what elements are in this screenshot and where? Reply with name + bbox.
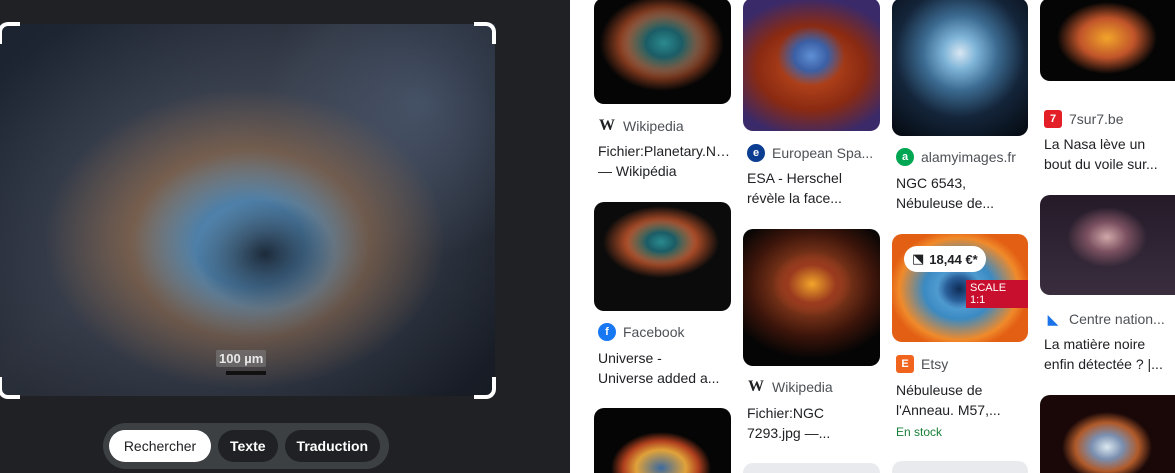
crop-handle-bottom-left[interactable] bbox=[0, 377, 20, 399]
tag-icon: ⬔ bbox=[912, 251, 925, 266]
result-source[interactable]: a alamyimages.fr bbox=[896, 148, 1016, 166]
scale-label: 100 µm bbox=[216, 350, 267, 367]
result-card-placeholder bbox=[892, 461, 1028, 473]
visual-matches: W Wikipedia Fichier:Planetary.Neb — Wiki… bbox=[570, 0, 1175, 473]
result-source[interactable]: 7 7sur7.be bbox=[1044, 110, 1123, 128]
result-title[interactable]: ESA - Herschel révèle la face... bbox=[747, 168, 880, 208]
7sur7-icon: 7 bbox=[1044, 110, 1062, 128]
stock-status: En stock bbox=[896, 425, 943, 439]
crop-handle-top-right[interactable] bbox=[474, 22, 496, 44]
result-source[interactable]: W Wikipedia bbox=[747, 378, 833, 396]
query-pane: 100 µm Rechercher Texte Traduction bbox=[0, 0, 570, 473]
product-badge: SCALE 1:1 bbox=[966, 280, 1028, 308]
result-source[interactable]: ◣ Centre nation... bbox=[1044, 310, 1165, 328]
result-source[interactable]: W Wikipedia bbox=[598, 117, 684, 135]
cnrs-icon: ◣ bbox=[1047, 310, 1059, 327]
result-title[interactable]: NGC 6543, Nébuleuse de... bbox=[896, 173, 1028, 213]
result-source[interactable]: f Facebook bbox=[598, 323, 684, 341]
result-thumbnail[interactable] bbox=[1040, 395, 1175, 473]
result-thumbnail[interactable] bbox=[892, 0, 1028, 136]
query-image[interactable]: 100 µm bbox=[0, 24, 495, 396]
result-thumbnail[interactable] bbox=[1040, 0, 1175, 81]
price-tag: ⬔ 18,44 €* bbox=[904, 246, 986, 272]
crop-handle-top-left[interactable] bbox=[0, 22, 20, 44]
result-title[interactable]: Universe - Universe added a... bbox=[598, 348, 731, 388]
wikipedia-icon: W bbox=[599, 117, 615, 134]
mode-search-button[interactable]: Rechercher bbox=[109, 430, 211, 462]
result-card-placeholder bbox=[743, 463, 880, 473]
result-title[interactable]: Fichier:NGC 7293.jpg —... bbox=[747, 403, 880, 443]
crop-handle-bottom-right[interactable] bbox=[474, 377, 496, 399]
etsy-icon: E bbox=[896, 355, 914, 373]
facebook-icon: f bbox=[598, 323, 616, 341]
alamy-icon: a bbox=[896, 148, 914, 166]
result-thumbnail[interactable] bbox=[1040, 195, 1175, 295]
esa-icon: e bbox=[747, 144, 765, 162]
result-source[interactable]: e European Spa... bbox=[747, 144, 873, 162]
result-thumbnail[interactable] bbox=[594, 408, 731, 473]
result-title[interactable]: Fichier:Planetary.Neb — Wikipédia bbox=[598, 141, 731, 181]
result-thumbnail[interactable] bbox=[594, 202, 731, 311]
scale-bar bbox=[226, 371, 266, 375]
result-title[interactable]: La matière noire enfin détectée ? |... bbox=[1044, 334, 1174, 374]
wikipedia-icon: W bbox=[748, 378, 764, 395]
result-thumbnail[interactable] bbox=[594, 0, 731, 104]
mode-switcher: Rechercher Texte Traduction bbox=[103, 423, 389, 469]
result-thumbnail[interactable] bbox=[743, 229, 880, 366]
result-title[interactable]: La Nasa lève un bout du voile sur... bbox=[1044, 134, 1174, 174]
mode-text-button[interactable]: Texte bbox=[218, 430, 278, 462]
mode-translate-button[interactable]: Traduction bbox=[284, 430, 381, 462]
result-thumbnail[interactable]: ⬔ 18,44 €* SCALE 1:1 bbox=[892, 234, 1028, 342]
result-title[interactable]: Nébuleuse de l'Anneau. M57,... bbox=[896, 380, 1028, 420]
result-source[interactable]: E Etsy bbox=[896, 355, 948, 373]
result-thumbnail[interactable] bbox=[743, 0, 880, 131]
